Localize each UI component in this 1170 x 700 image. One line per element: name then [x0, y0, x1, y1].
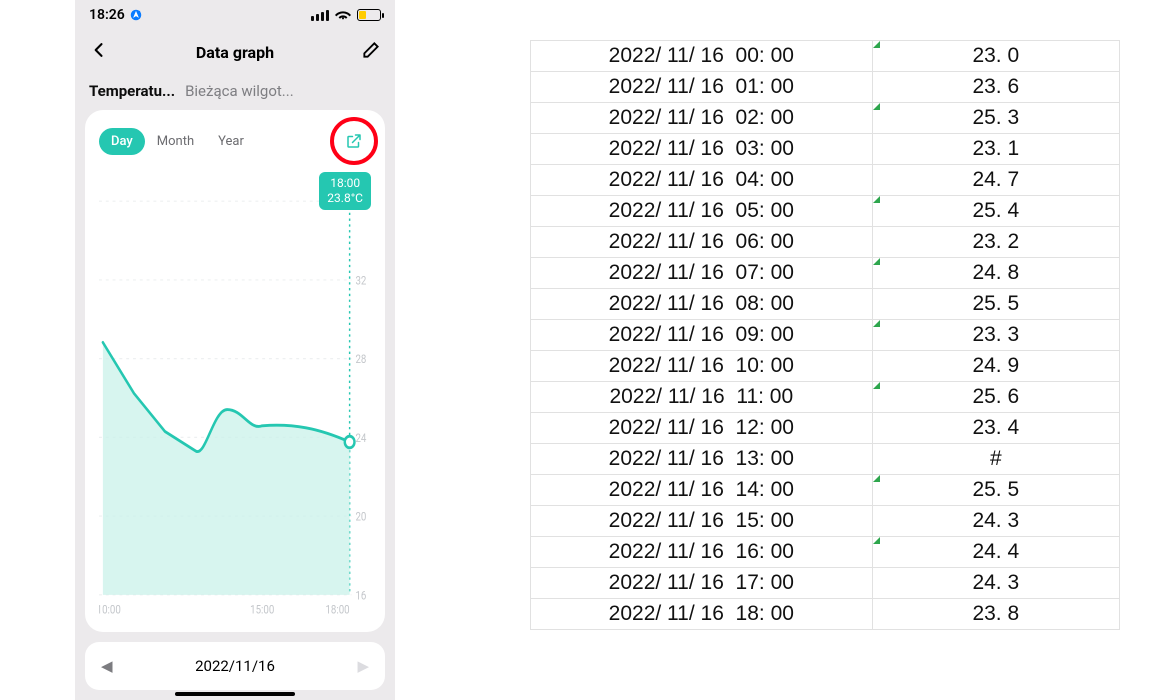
- cell-timestamp: 2022/ 11/ 16 13: 00: [531, 444, 873, 475]
- cell-timestamp: 2022/ 11/ 16 07: 00: [531, 258, 873, 289]
- table-row: 2022/ 11/ 16 08: 0025. 5: [531, 289, 1120, 320]
- table-row: 2022/ 11/ 16 06: 0023. 2: [531, 227, 1120, 258]
- page-title: Data graph: [196, 43, 274, 62]
- phone-screen: 18:26 Data graph Temperatu... Bieżąca wi…: [75, 0, 395, 700]
- table-row: 2022/ 11/ 16 01: 0023. 6: [531, 72, 1120, 103]
- status-bar: 18:26: [75, 0, 395, 30]
- range-year[interactable]: Year: [206, 128, 256, 155]
- cell-timestamp: 2022/ 11/ 16 10: 00: [531, 351, 873, 382]
- cell-value: 25. 6: [872, 382, 1119, 413]
- cell-value: 25. 5: [872, 289, 1119, 320]
- next-day-button[interactable]: ▶: [357, 657, 369, 675]
- cell-value: 23. 6: [872, 72, 1119, 103]
- svg-text:24: 24: [355, 431, 366, 445]
- table-row: 2022/ 11/ 16 09: 0023. 3: [531, 320, 1120, 351]
- table-row: 2022/ 11/ 16 13: 00#: [531, 444, 1120, 475]
- cell-timestamp: 2022/ 11/ 16 12: 00: [531, 413, 873, 444]
- cell-value: #: [872, 444, 1119, 475]
- table-row: 2022/ 11/ 16 15: 0024. 3: [531, 506, 1120, 537]
- table-row: 2022/ 11/ 16 18: 0023. 8: [531, 599, 1120, 630]
- cell-value: 24. 7: [872, 165, 1119, 196]
- cell-timestamp: 2022/ 11/ 16 09: 00: [531, 320, 873, 351]
- cell-timestamp: 2022/ 11/ 16 02: 00: [531, 103, 873, 134]
- signal-icon: [311, 10, 329, 21]
- table-row: 2022/ 11/ 16 11: 0025. 6: [531, 382, 1120, 413]
- export-button[interactable]: [337, 124, 371, 158]
- range-month[interactable]: Month: [145, 128, 206, 155]
- cell-timestamp: 2022/ 11/ 16 17: 00: [531, 568, 873, 599]
- cell-value: 23. 3: [872, 320, 1119, 351]
- cell-value: 24. 8: [872, 258, 1119, 289]
- cell-timestamp: 2022/ 11/ 16 03: 00: [531, 134, 873, 165]
- date-selector: ◀ 2022/11/16 ▶: [85, 642, 385, 690]
- table-row: 2022/ 11/ 16 12: 0023. 4: [531, 413, 1120, 444]
- cell-timestamp: 2022/ 11/ 16 11: 00: [531, 382, 873, 413]
- home-indicator: [175, 692, 295, 696]
- cell-value: 24. 4: [872, 537, 1119, 568]
- cell-timestamp: 2022/ 11/ 16 04: 00: [531, 165, 873, 196]
- cell-timestamp: 2022/ 11/ 16 01: 00: [531, 72, 873, 103]
- cell-timestamp: 2022/ 11/ 16 16: 00: [531, 537, 873, 568]
- tab-temperature[interactable]: Temperatu...: [89, 82, 175, 100]
- table-row: 2022/ 11/ 16 17: 0024. 3: [531, 568, 1120, 599]
- svg-text:28: 28: [355, 352, 366, 366]
- svg-text:15:00: 15:00: [250, 603, 274, 617]
- cell-timestamp: 2022/ 11/ 16 05: 00: [531, 196, 873, 227]
- cell-value: 23. 8: [872, 599, 1119, 630]
- current-date: 2022/11/16: [195, 657, 275, 675]
- cell-value: 25. 3: [872, 103, 1119, 134]
- table-row: 2022/ 11/ 16 03: 0023. 1: [531, 134, 1120, 165]
- cell-timestamp: 2022/ 11/ 16 08: 00: [531, 289, 873, 320]
- edit-button[interactable]: [361, 40, 381, 64]
- chart-card: Day Month Year 18:00 23.8°C: [85, 110, 385, 632]
- svg-text:10:00: 10:00: [99, 603, 121, 617]
- chart-svg: 36 32 28 24 20 16 10:00 15:00 18:00: [99, 178, 371, 618]
- nav-bar: Data graph: [75, 30, 395, 74]
- cell-value: 23. 0: [872, 41, 1119, 72]
- back-button[interactable]: [89, 40, 109, 64]
- cell-value: 24. 9: [872, 351, 1119, 382]
- cell-value: 23. 2: [872, 227, 1119, 258]
- cell-timestamp: 2022/ 11/ 16 14: 00: [531, 475, 873, 506]
- chart-area[interactable]: 18:00 23.8°C 36: [99, 178, 371, 618]
- tooltip-value: 23.8°C: [327, 191, 363, 206]
- tab-humidity[interactable]: Bieżąca wilgot...: [185, 82, 294, 100]
- cell-value: 24. 3: [872, 568, 1119, 599]
- cell-value: 23. 4: [872, 413, 1119, 444]
- export-icon: [345, 132, 363, 150]
- phone-panel: 18:26 Data graph Temperatu... Bieżąca wi…: [0, 0, 470, 700]
- cell-timestamp: 2022/ 11/ 16 18: 00: [531, 599, 873, 630]
- data-table: 2022/ 11/ 16 00: 0023. 02022/ 11/ 16 01:…: [530, 40, 1120, 630]
- table-row: 2022/ 11/ 16 16: 0024. 4: [531, 537, 1120, 568]
- table-row: 2022/ 11/ 16 14: 0025. 5: [531, 475, 1120, 506]
- cell-timestamp: 2022/ 11/ 16 00: 00: [531, 41, 873, 72]
- table-row: 2022/ 11/ 16 04: 0024. 7: [531, 165, 1120, 196]
- status-time: 18:26: [89, 7, 125, 23]
- table-row: 2022/ 11/ 16 02: 0025. 3: [531, 103, 1120, 134]
- svg-text:20: 20: [355, 510, 366, 524]
- chart-tooltip: 18:00 23.8°C: [319, 172, 371, 210]
- svg-text:32: 32: [355, 274, 366, 288]
- wifi-icon: [335, 7, 351, 23]
- cell-value: 24. 3: [872, 506, 1119, 537]
- svg-text:16: 16: [355, 589, 366, 603]
- table-row: 2022/ 11/ 16 07: 0024. 8: [531, 258, 1120, 289]
- cell-value: 25. 4: [872, 196, 1119, 227]
- prev-day-button[interactable]: ◀: [101, 657, 113, 675]
- table-row: 2022/ 11/ 16 05: 0025. 4: [531, 196, 1120, 227]
- metric-tabs: Temperatu... Bieżąca wilgot...: [75, 74, 395, 110]
- cell-value: 23. 1: [872, 134, 1119, 165]
- table-row: 2022/ 11/ 16 10: 0024. 9: [531, 351, 1120, 382]
- battery-icon: [357, 9, 381, 21]
- range-selector: Day Month Year: [99, 128, 256, 155]
- cell-timestamp: 2022/ 11/ 16 15: 00: [531, 506, 873, 537]
- cell-timestamp: 2022/ 11/ 16 06: 00: [531, 227, 873, 258]
- svg-text:18:00: 18:00: [325, 603, 349, 617]
- tooltip-time: 18:00: [327, 176, 363, 191]
- cell-value: 25. 5: [872, 475, 1119, 506]
- data-table-panel: 2022/ 11/ 16 00: 0023. 02022/ 11/ 16 01:…: [470, 0, 1170, 700]
- range-day[interactable]: Day: [99, 128, 145, 155]
- location-icon: [129, 8, 143, 22]
- table-row: 2022/ 11/ 16 00: 0023. 0: [531, 41, 1120, 72]
